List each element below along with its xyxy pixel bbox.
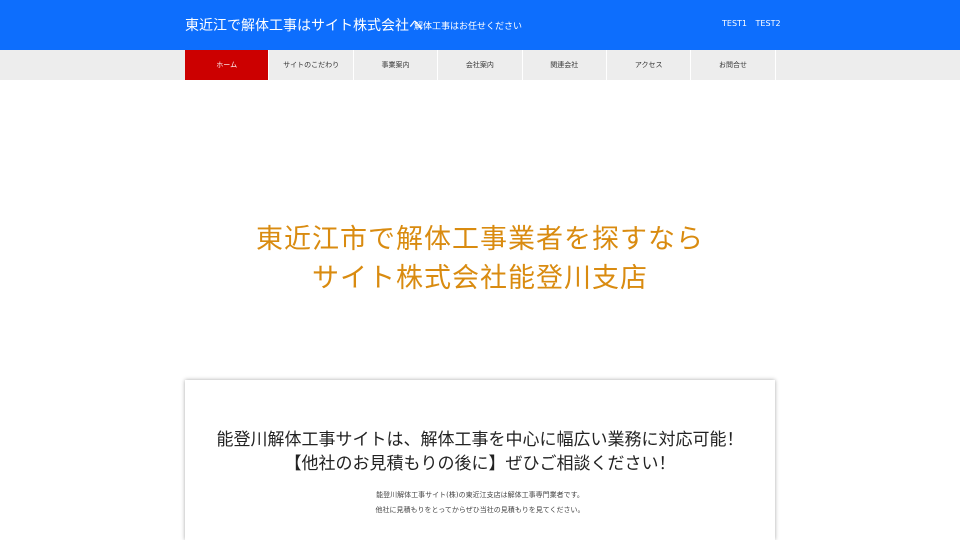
intro-heading-line1: 能登川解体工事サイトは、解体工事を中心に幅広い業務に対応可能！ xyxy=(216,430,744,450)
nav-item-affiliates[interactable]: 関連会社 xyxy=(523,50,607,80)
header-link-test2[interactable]: TEST2 xyxy=(756,19,781,28)
intro-text-line1: 能登川解体工事サイト(株)の東近江支店は解体工事専門業者です。 xyxy=(376,491,584,499)
nav-item-home[interactable]: ホーム xyxy=(185,50,270,80)
intro-heading-line2: 【他社のお見積もりの後に】ぜひご相談ください！ xyxy=(284,454,676,474)
hero-title-line2: サイト株式会社能登川支店 xyxy=(312,263,648,294)
hero-title-line1: 東近江市で解体工事業者を探すなら xyxy=(256,224,704,255)
global-nav: ホーム サイトのこだわり 事業案内 会社案内 関連会社 アクセス お問合せ xyxy=(0,50,960,80)
site-header: 東近江で解体工事はサイト株式会社へ 解体工事はお任せください TEST1 TES… xyxy=(0,0,960,50)
nav-item-access[interactable]: アクセス xyxy=(607,50,692,80)
nav-item-business[interactable]: 事業案内 xyxy=(354,50,439,80)
hero-section: 東近江市で解体工事業者を探すなら サイト株式会社能登川支店 xyxy=(0,80,960,430)
header-link-test1[interactable]: TEST1 xyxy=(722,19,747,28)
nav-menu: ホーム サイトのこだわり 事業案内 会社案内 関連会社 アクセス お問合せ xyxy=(185,50,776,80)
site-title[interactable]: 東近江で解体工事はサイト株式会社へ xyxy=(185,15,423,35)
intro-card: 能登川解体工事サイトは、解体工事を中心に幅広い業務に対応可能！ 【他社のお見積も… xyxy=(185,380,775,540)
nav-item-company[interactable]: 会社案内 xyxy=(438,50,523,80)
hero-title: 東近江市で解体工事業者を探すなら サイト株式会社能登川支店 xyxy=(0,220,960,298)
intro-text: 能登川解体工事サイト(株)の東近江支店は解体工事専門業者です。 他社に見積もりを… xyxy=(185,488,775,518)
intro-heading: 能登川解体工事サイトは、解体工事を中心に幅広い業務に対応可能！ 【他社のお見積も… xyxy=(185,428,775,476)
intro-text-line2: 他社に見積もりをとってからぜひ当社の見積もりを見てください。 xyxy=(375,506,585,514)
nav-item-commitment[interactable]: サイトのこだわり xyxy=(269,50,354,80)
header-links: TEST1 TEST2 xyxy=(722,19,787,28)
nav-item-contact[interactable]: お問合せ xyxy=(691,50,776,80)
site-tagline: 解体工事はお任せください xyxy=(414,22,523,32)
